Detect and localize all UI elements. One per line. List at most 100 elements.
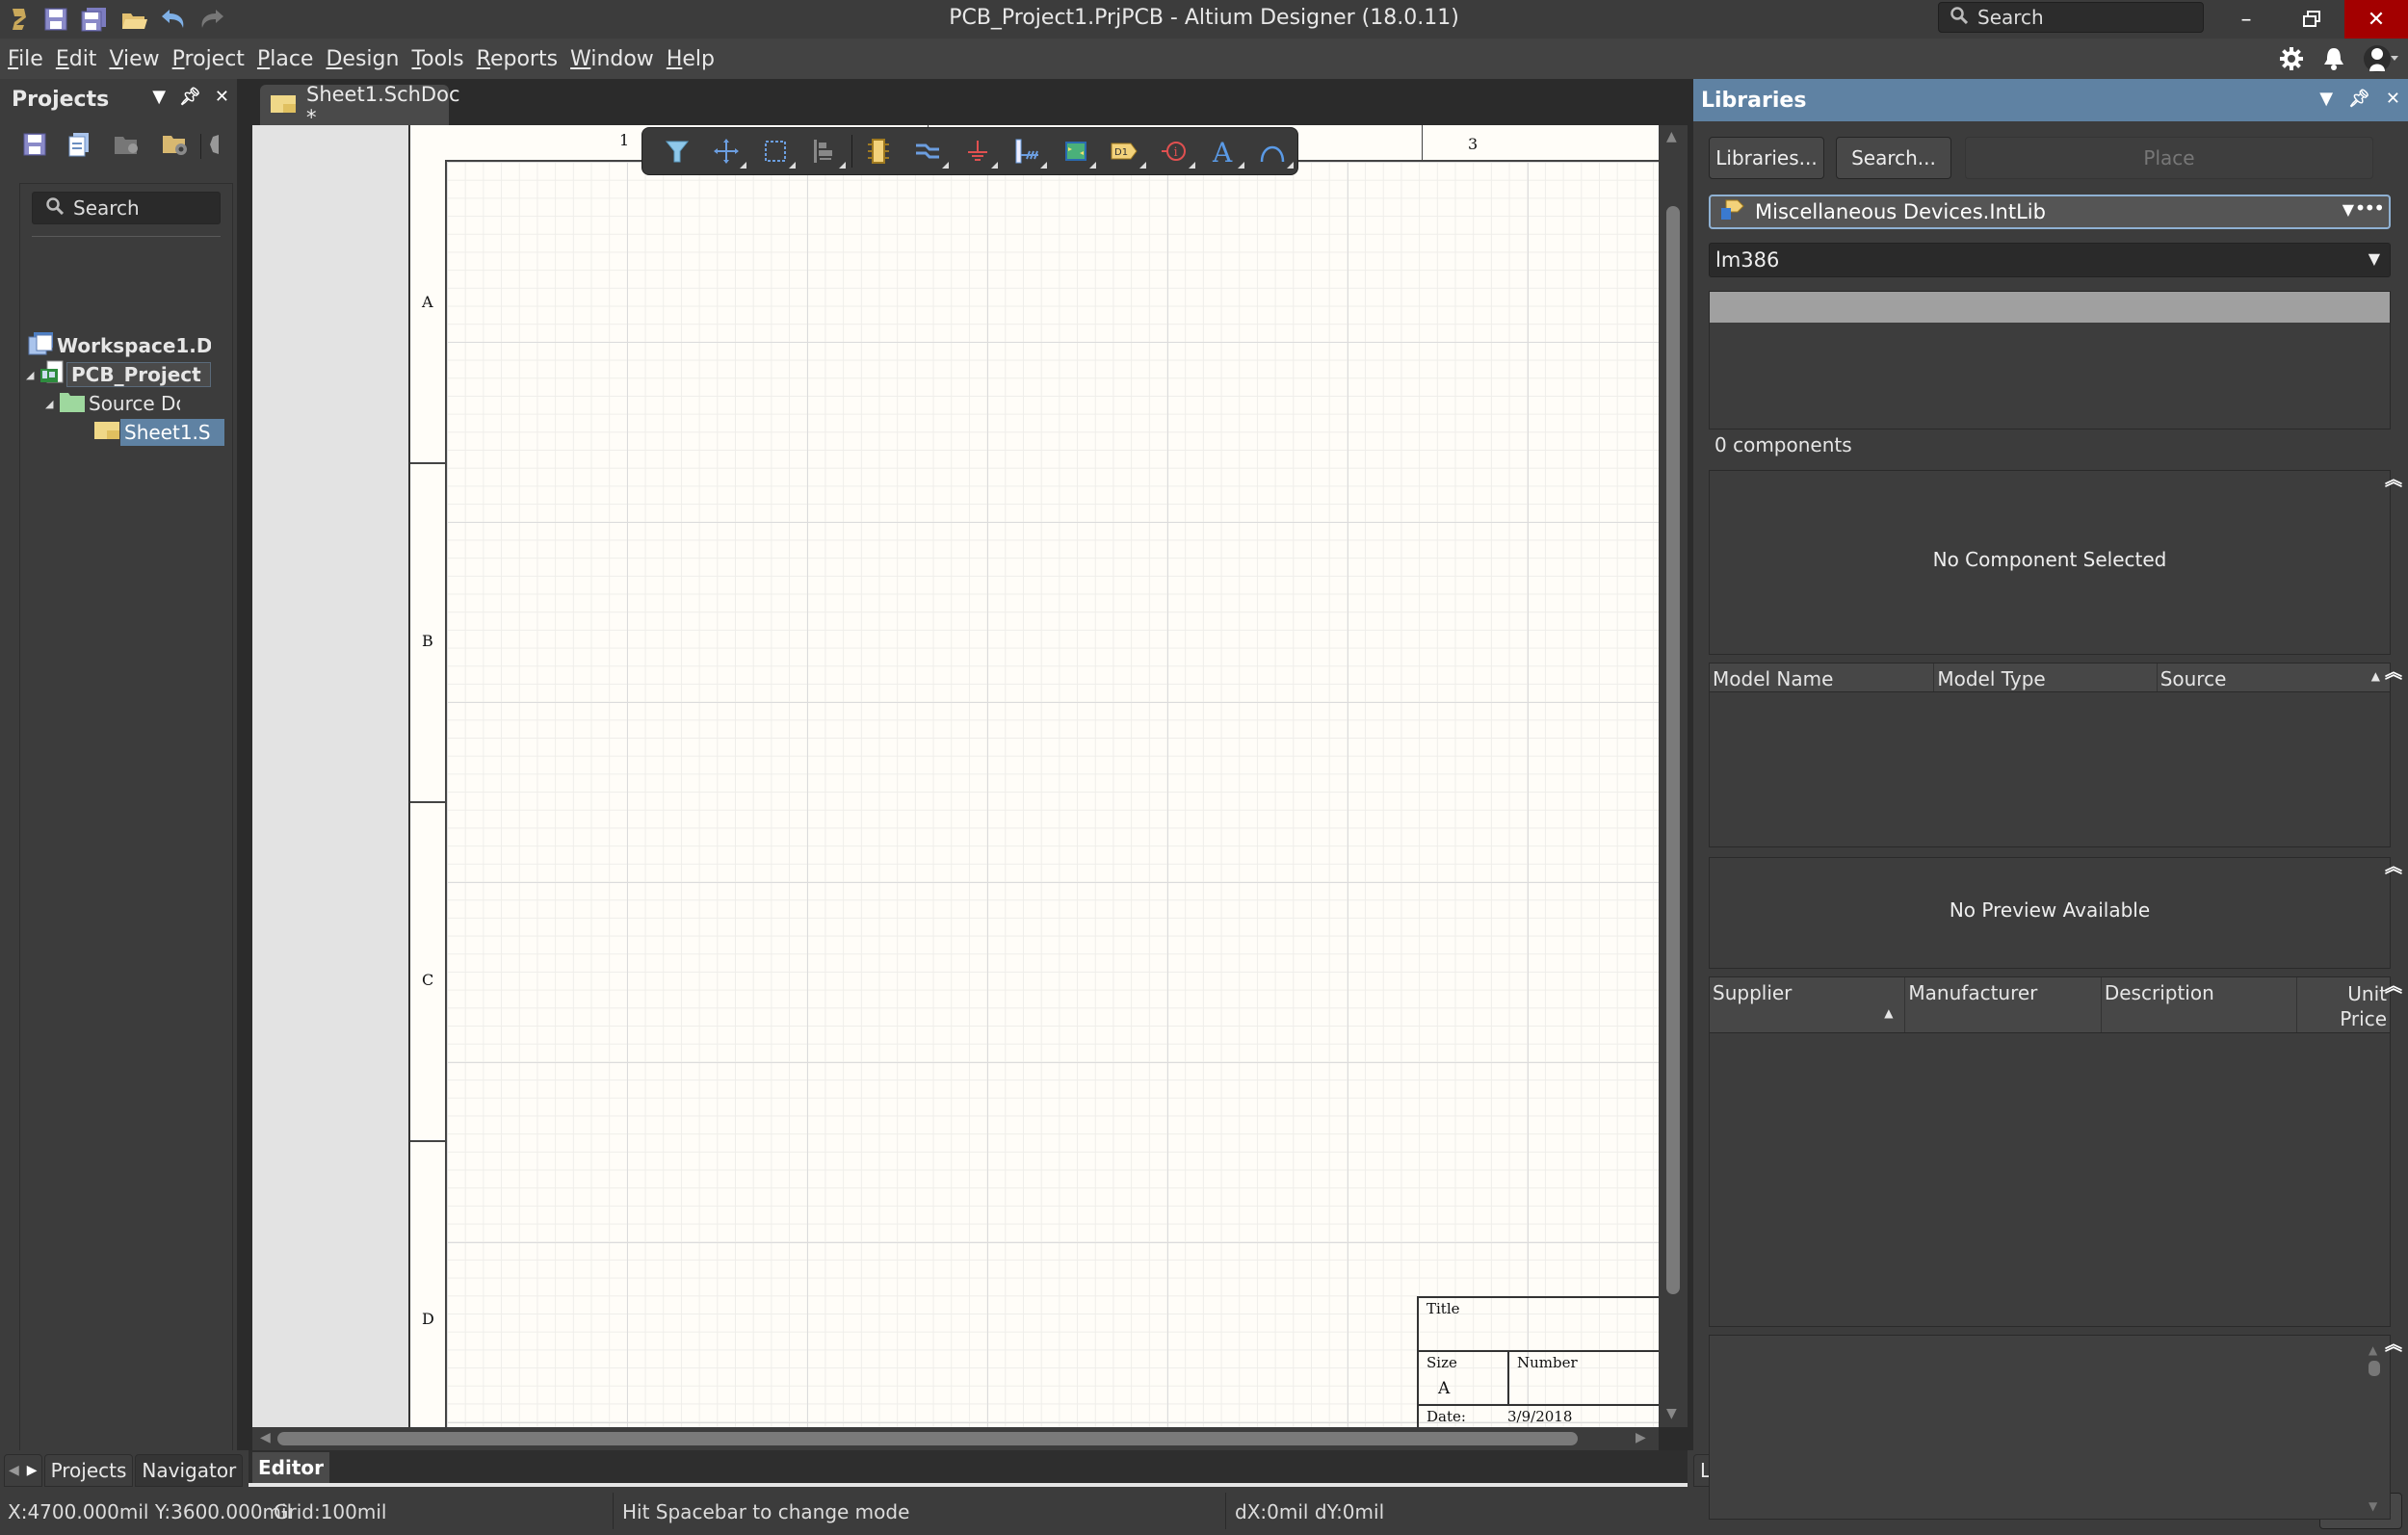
net-label-button[interactable]: D1 bbox=[1100, 130, 1149, 172]
find-folder-icon[interactable] bbox=[114, 133, 141, 161]
vertical-scrollbar[interactable]: ▲ ▼ bbox=[1659, 125, 1688, 1427]
horizontal-scroll-thumb[interactable] bbox=[277, 1432, 1578, 1445]
sheet-symbol-button[interactable] bbox=[1051, 130, 1100, 172]
tree-item-pcb-project[interactable]: ◢ PCB_Project bbox=[26, 360, 228, 388]
sheet-grid[interactable] bbox=[445, 160, 1659, 1427]
close-icon[interactable]: ✕ bbox=[215, 87, 229, 107]
column-model-name[interactable]: Model Name bbox=[1710, 663, 1935, 691]
scroll-up-icon[interactable]: ▲ bbox=[2369, 1343, 2377, 1357]
move-button[interactable] bbox=[701, 130, 750, 172]
tree-item-source-documents[interactable]: ◢ Source Do bbox=[45, 390, 228, 417]
save-icon[interactable] bbox=[23, 133, 46, 161]
libraries-button[interactable]: Libraries... bbox=[1709, 137, 1824, 179]
search-button[interactable]: Search... bbox=[1836, 137, 1951, 179]
library-select[interactable]: Miscellaneous Devices.IntLib ▼ ••• bbox=[1709, 195, 2391, 229]
project-options-icon[interactable] bbox=[162, 132, 189, 162]
tab-scroll-right-icon[interactable]: ▶ bbox=[27, 1463, 38, 1478]
menu-place[interactable]: Place bbox=[257, 47, 314, 71]
scroll-left-icon[interactable]: ◀ bbox=[260, 1430, 271, 1445]
expand-triangle-icon[interactable]: ◢ bbox=[45, 398, 59, 410]
dropdown-corner-icon bbox=[1287, 162, 1295, 169]
directive-button[interactable]: i bbox=[1150, 130, 1199, 172]
power-port-button[interactable] bbox=[953, 130, 1002, 172]
vertical-scroll-thumb[interactable] bbox=[1666, 206, 1680, 1294]
menu-reports[interactable]: Reports bbox=[477, 47, 558, 71]
open-folder-icon[interactable] bbox=[119, 4, 150, 35]
align-button[interactable] bbox=[799, 130, 849, 172]
place-button[interactable]: Place bbox=[1965, 137, 2373, 179]
panel-menu-icon[interactable]: ▼ bbox=[152, 87, 166, 107]
menu-view[interactable]: View bbox=[109, 47, 159, 71]
column-model-type[interactable]: Model Type bbox=[1934, 663, 2158, 691]
component-filter-input[interactable]: lm386 ▼ bbox=[1709, 243, 2391, 277]
column-unit-price[interactable]: Unit Price bbox=[2297, 977, 2390, 1032]
menu-tools[interactable]: Tools bbox=[411, 47, 463, 71]
tab-scroll-buttons[interactable]: ◀ ▶ bbox=[4, 1454, 42, 1487]
row-label-d: D bbox=[422, 1310, 434, 1328]
column-source[interactable]: Source ▲ bbox=[2158, 663, 2390, 691]
tab-editor[interactable]: Editor bbox=[252, 1452, 329, 1483]
close-icon[interactable]: ✕ bbox=[2386, 89, 2400, 109]
menu-design[interactable]: Design bbox=[326, 47, 399, 71]
undo-icon[interactable] bbox=[158, 4, 189, 35]
pin-icon[interactable]: 📌︎ bbox=[179, 87, 201, 107]
place-part-button[interactable] bbox=[854, 130, 903, 172]
minimize-button[interactable]: – bbox=[2219, 0, 2273, 39]
menu-file[interactable]: File bbox=[8, 47, 43, 71]
harness-button[interactable] bbox=[1002, 130, 1051, 172]
pin-icon[interactable]: 📌︎ bbox=[2348, 89, 2370, 109]
dropdown-corner-icon bbox=[1139, 162, 1146, 169]
panel-menu-icon[interactable]: ▼ bbox=[2319, 89, 2333, 109]
wire-button[interactable] bbox=[903, 130, 953, 172]
save-icon[interactable] bbox=[40, 4, 71, 35]
expand-triangle-icon[interactable]: ◢ bbox=[26, 369, 39, 381]
column-supplier[interactable]: Supplier ▲ bbox=[1710, 977, 1906, 1032]
save-all-icon[interactable] bbox=[79, 4, 110, 35]
tab-navigator[interactable]: Navigator bbox=[135, 1454, 244, 1487]
compile-icon[interactable] bbox=[67, 132, 92, 162]
schematic-canvas[interactable]: 1 3 A B C D Title Size A Number Date: 3/… bbox=[252, 125, 1659, 1427]
gear-icon[interactable] bbox=[2279, 46, 2304, 76]
horizontal-scrollbar[interactable]: ◀ ▶ bbox=[252, 1427, 1659, 1450]
tab-sheet1-schdoc[interactable]: Sheet1.SchDoc * bbox=[260, 83, 460, 129]
title-block[interactable]: Title Size A Number Date: 3/9/2018 bbox=[1417, 1296, 1659, 1427]
more-options-icon[interactable]: ••• bbox=[2355, 196, 2385, 220]
tab-projects[interactable]: Projects bbox=[43, 1454, 134, 1487]
scroll-down-icon[interactable]: ▼ bbox=[2369, 1499, 2377, 1513]
details-scroll-thumb[interactable] bbox=[2369, 1361, 2380, 1376]
tree-item-sheet1[interactable]: Sheet1.S bbox=[93, 419, 228, 446]
chevron-down-icon[interactable]: ▼ bbox=[2369, 249, 2380, 268]
user-avatar-icon[interactable] bbox=[2364, 44, 2398, 78]
scroll-down-icon[interactable]: ▼ bbox=[1666, 1406, 1677, 1421]
menu-window[interactable]: Window bbox=[570, 47, 654, 71]
restore-button[interactable] bbox=[2285, 0, 2339, 39]
scroll-right-icon[interactable]: ▶ bbox=[1636, 1430, 1646, 1445]
schematic-sheet[interactable]: 1 3 A B C D Title Size A Number Date: 3/… bbox=[408, 125, 1659, 1427]
arc-button[interactable] bbox=[1248, 130, 1297, 172]
column-description[interactable]: Description bbox=[2102, 977, 2298, 1032]
menu-project[interactable]: Project bbox=[172, 47, 245, 71]
menu-edit[interactable]: Edit bbox=[56, 47, 97, 71]
tab-scroll-left-icon[interactable]: ◀ bbox=[9, 1463, 19, 1478]
menu-help[interactable]: Help bbox=[667, 47, 715, 71]
altium-logo-icon[interactable] bbox=[4, 4, 35, 35]
column-manufacturer[interactable]: Manufacturer bbox=[1905, 977, 2102, 1032]
scroll-up-icon[interactable]: ▲ bbox=[1666, 129, 1677, 144]
grid-size: Grid:100mil bbox=[274, 1500, 387, 1523]
global-search-input[interactable]: Search bbox=[1938, 2, 2204, 33]
collapse-icon[interactable]: ︽ bbox=[2385, 973, 2402, 998]
settings-gear-icon[interactable] bbox=[209, 133, 219, 161]
select-button[interactable] bbox=[750, 130, 799, 172]
tree-item-workspace[interactable]: Workspace1.D: bbox=[28, 331, 211, 359]
projects-search-input[interactable]: Search bbox=[32, 192, 221, 224]
collapse-icon[interactable]: ︽ bbox=[2385, 659, 2402, 684]
component-list[interactable] bbox=[1709, 291, 2391, 429]
filter-button[interactable] bbox=[652, 130, 701, 172]
text-button[interactable]: A bbox=[1199, 130, 1248, 172]
collapse-icon[interactable]: ︽ bbox=[2385, 1331, 2402, 1356]
collapse-icon[interactable]: ︽ bbox=[2385, 466, 2402, 491]
redo-icon[interactable] bbox=[196, 4, 227, 35]
close-button[interactable]: ✕ bbox=[2344, 0, 2408, 39]
bell-icon[interactable] bbox=[2323, 46, 2344, 76]
collapse-icon[interactable]: ︽ bbox=[2385, 853, 2402, 878]
